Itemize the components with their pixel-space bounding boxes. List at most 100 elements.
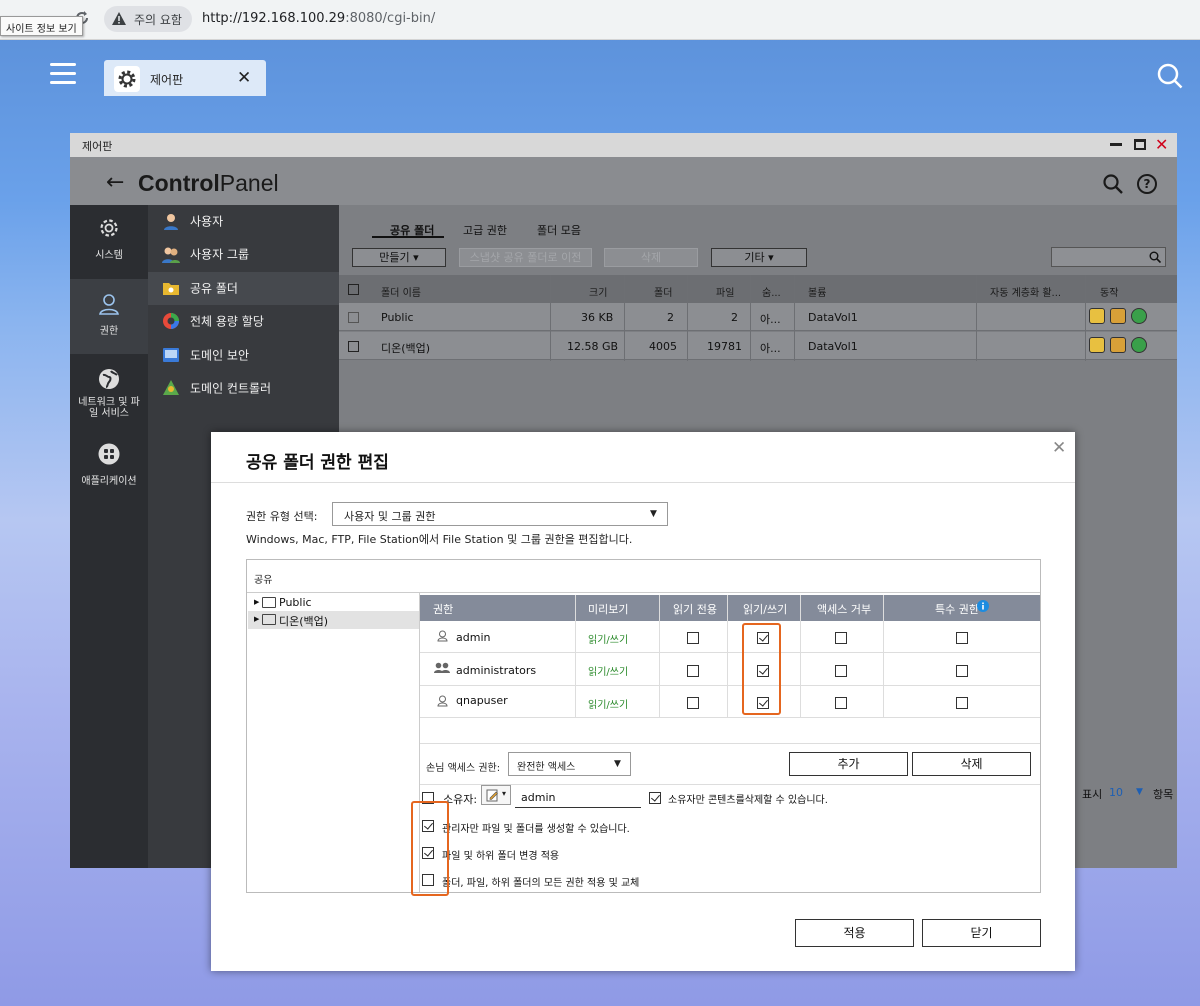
help-icon[interactable]: ? [1137,174,1157,194]
sub-nav-quota[interactable]: 전체 용량 할당 [162,312,264,332]
table-row[interactable] [339,332,1177,360]
read-only-checkbox[interactable] [687,665,699,677]
dialog-title: 공유 폴더 권한 편집 [246,453,389,473]
cell-folders: 2 [667,311,674,324]
col-folders[interactable]: 폴더 [654,284,672,299]
col-size[interactable]: 크기 [589,284,607,299]
cell-hidden: 아... [760,313,781,326]
col-deny: 액세스 거부 [817,603,872,616]
gear-icon [100,219,118,237]
chevron-down-icon: ▼ [650,509,657,519]
tree-item-backup[interactable]: ▶ 디온(백업) [248,611,419,629]
delete-folder-button[interactable]: 삭제 [604,248,698,267]
permission-row-empty [420,718,1040,744]
special-checkbox[interactable] [956,697,968,709]
nav-item-system[interactable]: 시스템 [70,216,148,261]
permission-row [420,686,1040,718]
close-tab-icon[interactable]: ✕ [237,68,251,88]
pager-show-label: 표시 [1082,788,1103,801]
pencil-icon [486,789,498,802]
cell-size: 12.58 GB [567,340,619,353]
row-checkbox[interactable] [348,312,359,323]
sub-nav-domain-security[interactable]: 도메인 보안 [162,346,249,366]
minimize-icon[interactable] [1110,143,1122,146]
main-menu-icon[interactable] [49,60,77,88]
expand-arrow-icon[interactable]: ▶ [254,598,259,606]
tab-folder-aggregation[interactable]: 폴더 모음 [537,222,581,238]
edit-permissions-icon[interactable] [1110,308,1126,324]
col-hidden[interactable]: 숨... [762,284,781,299]
sub-nav-shared-folders[interactable]: 공유 폴더 [162,279,238,299]
deny-checkbox[interactable] [835,632,847,644]
nav-item-applications[interactable]: 애플리케이션 [70,442,148,487]
owner-value: admin [521,791,556,804]
tab-advanced-permissions[interactable]: 고급 권한 [463,222,507,238]
special-checkbox[interactable] [956,665,968,677]
user-icon [437,695,448,707]
row-checkbox[interactable] [348,341,359,352]
permission-type-value: 사용자 및 그룹 권한 [344,510,436,523]
folder-icon [262,597,276,608]
special-checkbox[interactable] [956,632,968,644]
nav-item-network[interactable]: 네트워크 및 파일 서비스 [70,367,148,419]
read-only-checkbox[interactable] [687,697,699,709]
apply-button[interactable]: 적용 [795,919,914,947]
nav-label: 권한 [99,326,119,337]
close-button[interactable]: 닫기 [922,919,1041,947]
sub-nav-label: 사용자 그룹 [190,247,250,262]
cell-hidden: 아... [760,342,781,355]
more-button[interactable]: 기타 ▾ [711,248,807,267]
deny-checkbox[interactable] [835,665,847,677]
close-dialog-icon[interactable]: ✕ [1052,438,1066,458]
permission-user-name: qnapuser [456,694,508,707]
sub-nav-label: 도메인 컨트롤러 [190,381,272,396]
search-icon[interactable] [1102,173,1124,195]
sub-nav-domain-controller[interactable]: 도메인 컨트롤러 [162,379,271,399]
col-files[interactable]: 파일 [716,284,734,299]
guest-access-value: 완전한 액세스 [517,762,576,773]
refresh-icon[interactable] [1131,337,1147,353]
address-bar[interactable]: http://192.168.100.29:8080/cgi-bin/ [202,11,435,26]
close-window-icon[interactable]: ✕ [1155,135,1168,154]
col-volume[interactable]: 볼륨 [808,284,826,299]
sub-nav-user-groups[interactable]: 사용자 그룹 [162,245,249,265]
search-icon[interactable] [1156,62,1184,90]
expand-arrow-icon[interactable]: ▶ [254,615,259,623]
permission-type-label: 권한 유형 선택: [246,510,318,523]
permission-preview: 읽기/쓰기 [588,700,629,711]
col-auto-tiering[interactable]: 자동 계층화 활... [990,284,1061,299]
deny-checkbox[interactable] [835,697,847,709]
snapshot-migrate-button[interactable]: 스냅샷 공유 폴더로 이전 [459,248,592,267]
owner-delete-only-checkbox[interactable] [649,792,661,804]
col-folder-name[interactable]: 폴더 이름 [381,284,421,299]
chevron-down-icon[interactable]: ▼ [1136,787,1143,797]
pager-count[interactable]: 10 [1109,786,1123,799]
user-icon [99,294,119,315]
chevron-down-icon: ▼ [614,759,621,769]
remove-button[interactable]: 삭제 [912,752,1031,776]
read-only-checkbox[interactable] [687,632,699,644]
folder-search-input[interactable] [1051,247,1166,267]
select-all-checkbox[interactable] [348,284,359,295]
user-icon [437,630,448,642]
table-row[interactable] [339,303,1177,331]
info-icon[interactable] [977,600,989,612]
folder-tree [247,593,420,892]
nav-item-permissions[interactable]: 권한 [70,292,148,337]
add-button[interactable]: 추가 [789,752,908,776]
tree-item-public[interactable]: ▶ Public [248,594,419,612]
nav-label: 네트워크 및 파일 서비스 [78,397,140,419]
maximize-icon[interactable] [1134,139,1146,150]
refresh-icon[interactable] [1131,308,1147,324]
chevron-down-icon: ▾ [502,789,507,798]
tree-item-label: Public [279,596,312,609]
edit-permissions-icon[interactable] [1110,337,1126,353]
back-arrow-icon[interactable]: ← [106,170,124,195]
edit-properties-icon[interactable] [1089,308,1105,324]
user-group-icon [434,662,450,673]
edit-properties-icon[interactable] [1089,337,1105,353]
replace-all-label: 폴더, 파일, 하위 폴더의 모든 권한 적용 및 교체 [442,878,640,889]
owner-edit-button[interactable]: ▾ [481,785,511,805]
create-button[interactable]: 만들기 ▾ [352,248,446,267]
sub-nav-users[interactable]: 사용자 [162,212,223,232]
